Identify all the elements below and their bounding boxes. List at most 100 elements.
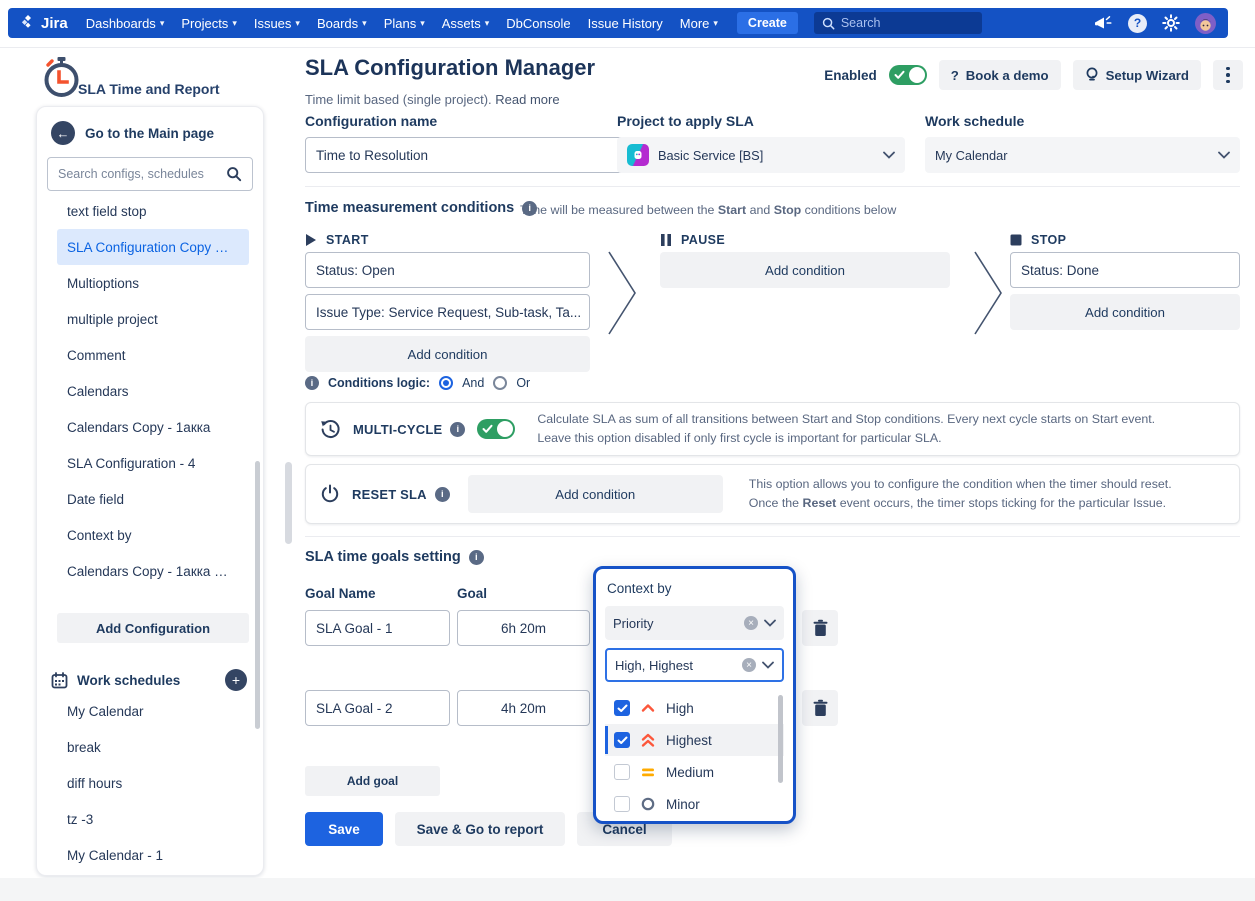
option-medium[interactable]: Medium <box>605 756 784 788</box>
checkbox-checked[interactable] <box>614 700 630 716</box>
multi-cycle-toggle[interactable] <box>477 419 515 439</box>
info-icon[interactable]: i <box>305 376 319 390</box>
gear-icon[interactable] <box>1162 14 1180 32</box>
info-icon[interactable]: i <box>450 422 465 437</box>
option-high[interactable]: High <box>605 692 784 724</box>
goal-value-input-1[interactable] <box>457 610 590 646</box>
kebab-menu-button[interactable] <box>1213 60 1243 90</box>
goal-value-input-2[interactable] <box>457 690 590 726</box>
lightbulb-icon <box>1085 67 1099 83</box>
help-icon[interactable]: ? <box>1128 14 1147 33</box>
nav-item-issue-history[interactable]: Issue History <box>588 16 663 31</box>
jira-logo[interactable]: Jira <box>20 15 68 32</box>
schedule-item[interactable]: My Calendar <box>57 693 249 729</box>
schedule-item[interactable]: diff hours <box>57 765 249 801</box>
pause-add-condition-button[interactable]: Add condition <box>660 252 950 288</box>
nav-item-boards[interactable]: Boards▾ <box>317 16 367 31</box>
enabled-toggle[interactable] <box>889 65 927 85</box>
configs-search[interactable] <box>47 157 253 191</box>
nav-item-dbconsole[interactable]: DbConsole <box>506 16 570 31</box>
stop-add-condition-button[interactable]: Add condition <box>1010 294 1240 330</box>
nav-item-projects[interactable]: Projects▾ <box>181 16 237 31</box>
nav-item-plans[interactable]: Plans▾ <box>384 16 425 31</box>
config-item[interactable]: Comment <box>57 337 249 373</box>
stop-condition-status[interactable]: Status: Done <box>1010 252 1240 288</box>
global-search[interactable] <box>814 12 982 34</box>
priority-highest-icon <box>640 733 656 748</box>
start-condition-issue-type[interactable]: Issue Type: Service Request, Sub-task, T… <box>305 294 590 330</box>
start-condition-status[interactable]: Status: Open <box>305 252 590 288</box>
setup-wizard-button[interactable]: Setup Wizard <box>1073 60 1201 90</box>
schedule-value: My Calendar <box>935 148 1008 163</box>
info-icon[interactable]: i <box>469 550 484 565</box>
trash-icon <box>812 619 829 637</box>
goal-name-input-2[interactable] <box>305 690 450 726</box>
read-more-link[interactable]: Read more <box>495 92 559 107</box>
app-title: SLA Time and Report <box>78 81 220 97</box>
config-item[interactable]: SLA Configuration - 4 <box>57 445 249 481</box>
option-minor[interactable]: Minor <box>605 788 784 820</box>
search-input[interactable] <box>841 16 956 30</box>
schedule-item[interactable]: tz -3 <box>57 801 249 837</box>
stop-column-header: STOP <box>1010 233 1066 247</box>
nav-item-assets[interactable]: Assets▾ <box>442 16 490 31</box>
conditions-hint: Time will be measured between the Start … <box>520 203 896 217</box>
context-type-select[interactable]: Priority × <box>605 606 784 640</box>
page-title: SLA Configuration Manager <box>305 55 595 81</box>
nav-item-more[interactable]: More▾ <box>680 16 718 31</box>
save-button[interactable]: Save <box>305 812 383 846</box>
config-item[interactable]: Context by <box>57 517 249 553</box>
config-item[interactable]: multiple project <box>57 301 249 337</box>
search-icon <box>226 166 242 182</box>
priority-high-icon <box>640 701 656 715</box>
checkbox-unchecked[interactable] <box>614 796 630 812</box>
context-values-select[interactable]: High, Highest × <box>605 648 784 682</box>
book-demo-button[interactable]: ? Book a demo <box>939 60 1061 90</box>
user-avatar[interactable] <box>1195 13 1216 34</box>
config-item[interactable]: text field stop <box>57 193 249 229</box>
add-configuration-button[interactable]: Add Configuration <box>57 613 249 643</box>
add-goal-button[interactable]: Add goal <box>305 766 440 796</box>
config-item[interactable]: Calendars <box>57 373 249 409</box>
save-go-to-report-button[interactable]: Save & Go to report <box>395 812 565 846</box>
trash-icon <box>812 699 829 717</box>
work-schedule-select[interactable]: My Calendar <box>925 137 1240 173</box>
checkbox-checked[interactable] <box>614 732 630 748</box>
add-schedule-button[interactable]: + <box>225 669 247 691</box>
page-subtitle: Time limit based (single project). Read … <box>305 92 560 107</box>
goal-name-input-1[interactable] <box>305 610 450 646</box>
config-name-input[interactable] <box>305 137 635 173</box>
start-add-condition-button[interactable]: Add condition <box>305 336 590 372</box>
menu-scrollbar[interactable] <box>778 695 783 783</box>
config-item[interactable]: Calendars Copy - 1акка … <box>57 553 249 589</box>
config-item-selected[interactable]: SLA Configuration Copy … <box>57 229 249 265</box>
checkbox-unchecked[interactable] <box>614 764 630 780</box>
info-icon[interactable]: i <box>435 487 450 502</box>
logic-and-radio[interactable] <box>439 376 453 390</box>
configs-search-input[interactable] <box>58 167 226 181</box>
option-highest[interactable]: Highest <box>605 724 784 756</box>
announcements-icon[interactable] <box>1094 15 1113 32</box>
project-select[interactable]: Basic Service [BS] <box>617 137 905 173</box>
config-item[interactable]: Calendars Copy - 1акка <box>57 409 249 445</box>
chevron-down-icon <box>1218 151 1230 159</box>
nav-item-dashboards[interactable]: Dashboards▾ <box>86 16 165 31</box>
create-button[interactable]: Create <box>737 12 798 34</box>
clear-icon[interactable]: × <box>742 658 756 672</box>
config-item[interactable]: Multioptions <box>57 265 249 301</box>
reset-sla-card: RESET SLA i Add condition This option al… <box>305 464 1240 524</box>
schedule-item[interactable]: My Calendar - 1 <box>57 837 249 873</box>
clear-icon[interactable]: × <box>744 616 758 630</box>
delete-goal-button-1[interactable] <box>802 610 838 646</box>
logic-or-radio[interactable] <box>493 376 507 390</box>
delete-goal-button-2[interactable] <box>802 690 838 726</box>
calendar-icon <box>51 672 68 689</box>
sidebar-scrollbar[interactable] <box>255 461 260 729</box>
nav-item-issues[interactable]: Issues▾ <box>254 16 300 31</box>
schedule-item[interactable]: break <box>57 729 249 765</box>
page-scrollbar[interactable] <box>285 462 292 544</box>
question-icon: ? <box>951 68 959 83</box>
config-item[interactable]: Date field <box>57 481 249 517</box>
reset-add-condition-button[interactable]: Add condition <box>468 475 723 513</box>
back-to-main-link[interactable]: ← Go to the Main page <box>51 121 253 145</box>
